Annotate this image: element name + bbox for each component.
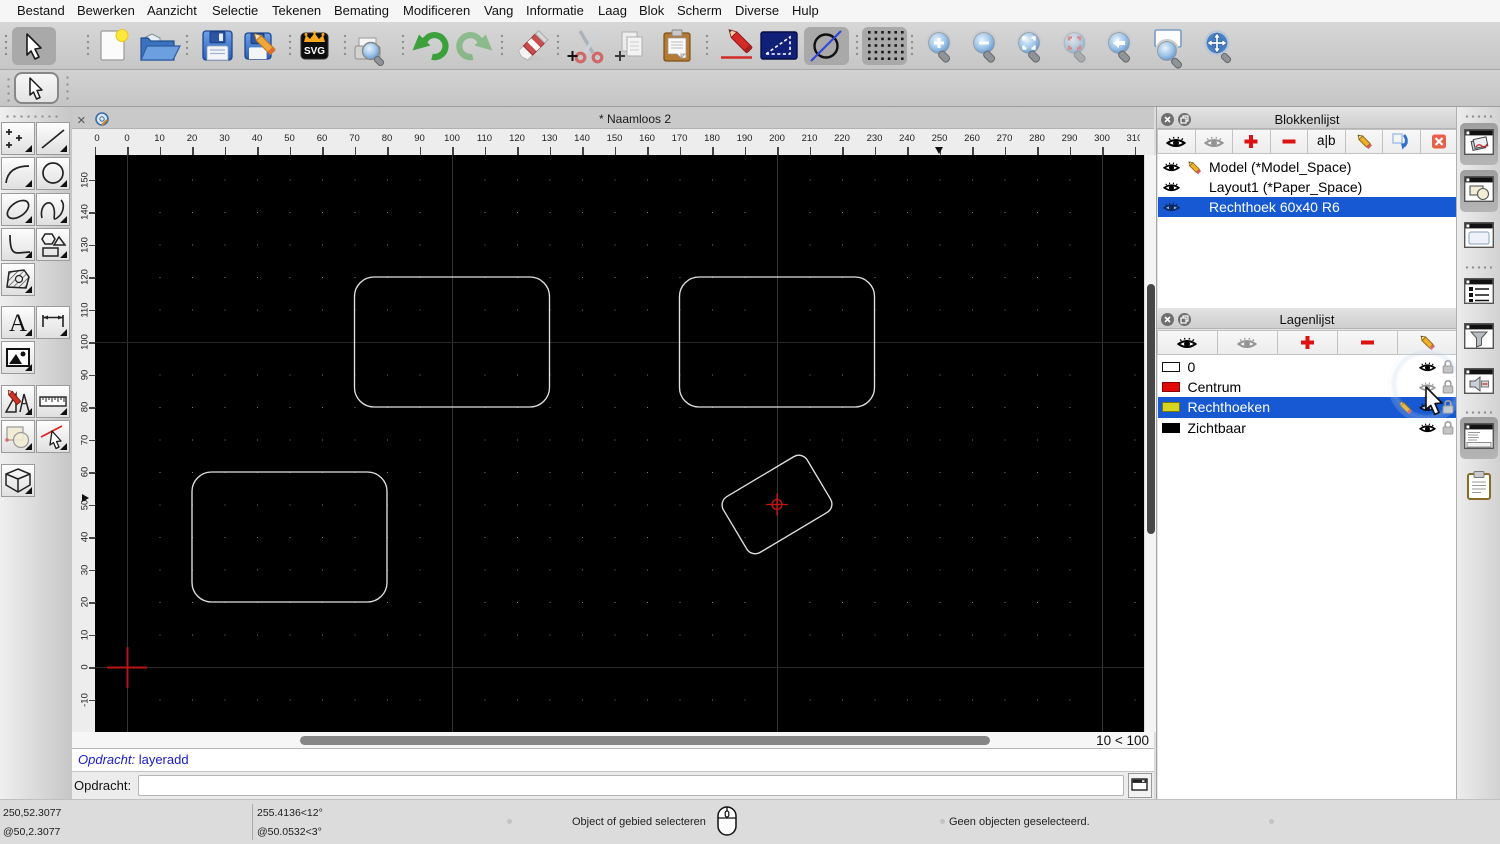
svg-text:SVG: SVG: [304, 46, 325, 57]
svg-text:A: A: [9, 310, 27, 337]
